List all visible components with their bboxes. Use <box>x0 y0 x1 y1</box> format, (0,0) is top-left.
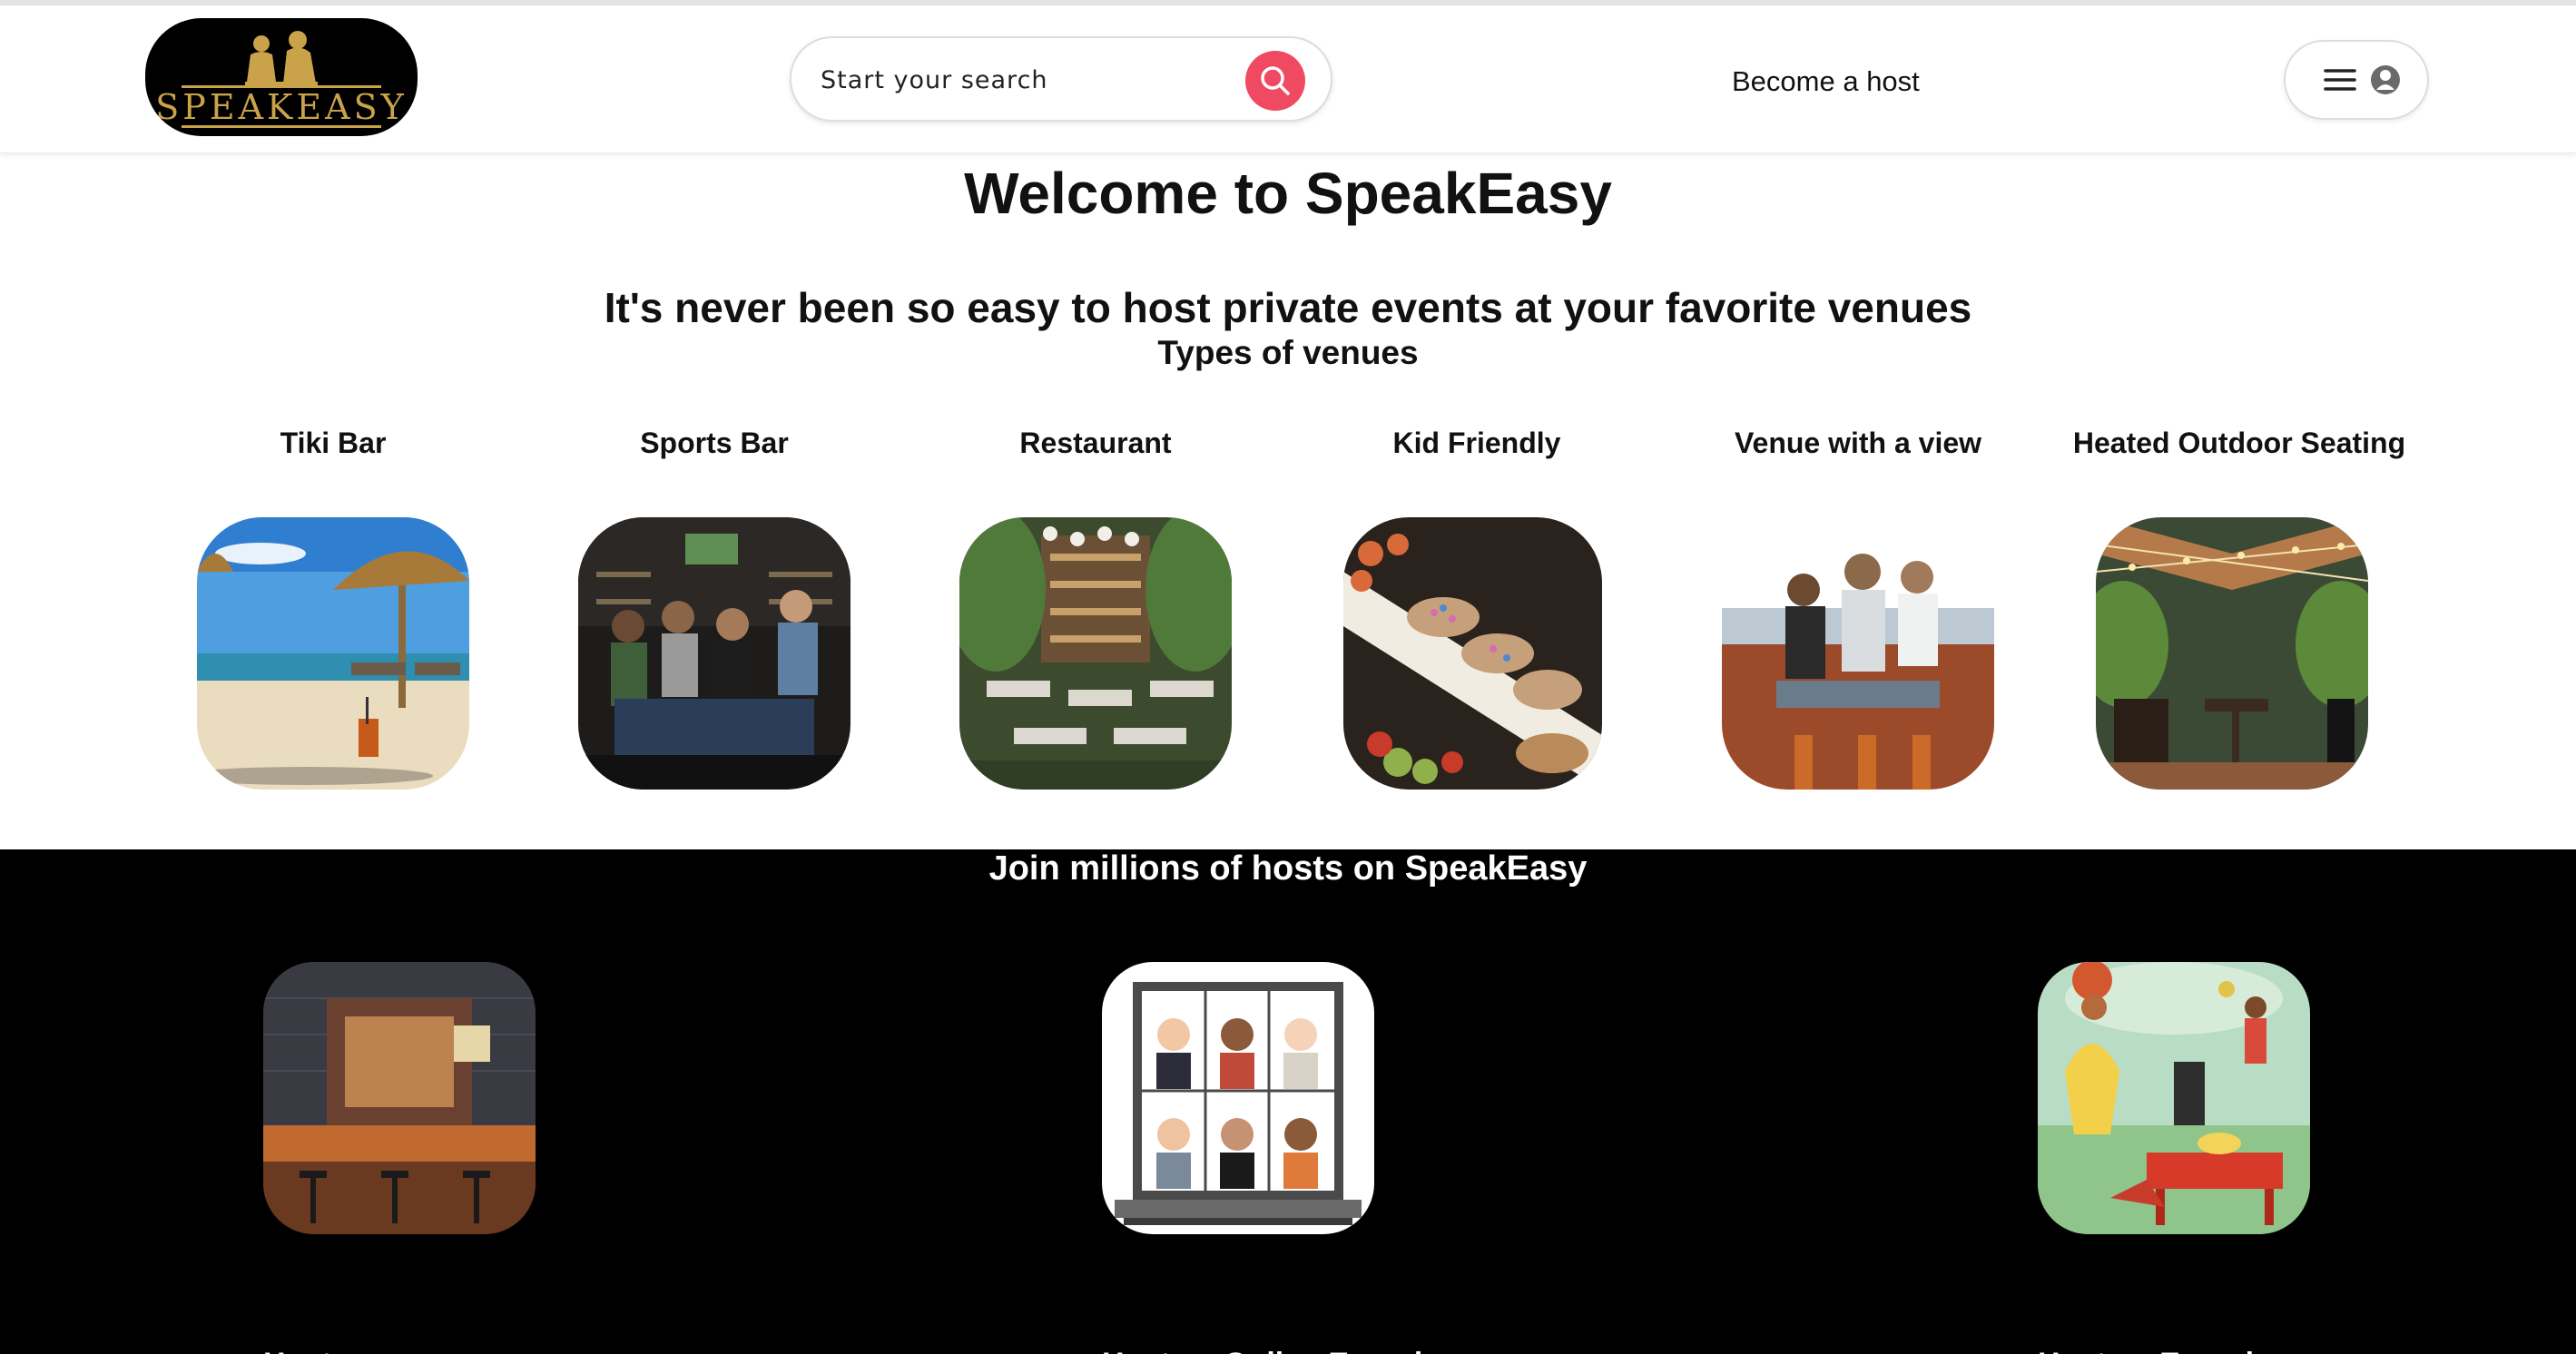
hosting-section: Join millions of hosts on SpeakEasy Host… <box>0 849 2576 1354</box>
user-avatar-icon <box>2371 65 2400 94</box>
page-subtitle: It's never been so easy to host private … <box>604 284 1972 331</box>
hosting-title: Join millions of hosts on SpeakEasy <box>988 849 1588 888</box>
host-experience-image[interactable] <box>2038 962 2310 1234</box>
heated-outdoor-seating-image[interactable] <box>2096 517 2368 790</box>
logo-rule-bottom <box>182 125 381 128</box>
venue-type-label: Venue with a view <box>1734 427 1982 459</box>
restaurant-image[interactable] <box>959 517 1232 790</box>
venue-types-heading: Types of venues <box>1157 334 1419 371</box>
header: SPEAKEASY Become a host <box>0 5 2576 153</box>
user-menu-button[interactable] <box>2284 40 2429 120</box>
page: SPEAKEASY Become a host <box>0 0 2576 1354</box>
logo-text: SPEAKEASY <box>155 87 408 127</box>
tiki-bar-image[interactable] <box>197 517 469 790</box>
search-button[interactable] <box>1245 51 1305 111</box>
sports-bar-image[interactable] <box>578 517 850 790</box>
kid-friendly-image[interactable] <box>1343 517 1602 790</box>
venue-type-label: Kid Friendly <box>1392 427 1561 459</box>
venue-type-label: Heated Outdoor Seating <box>2072 427 2406 459</box>
host-experience-label[interactable]: Host an Experience <box>2038 1347 2325 1354</box>
host-online-experience-image[interactable] <box>1102 962 1374 1234</box>
hamburger-menu-icon <box>2324 65 2400 94</box>
host-venue-image[interactable] <box>263 962 536 1234</box>
venue-type-label: Sports Bar <box>640 427 789 459</box>
host-venue-label[interactable]: Host your venue <box>263 1347 505 1354</box>
host-online-experience-label[interactable]: Host an Online Experience <box>1102 1347 1493 1354</box>
venue-type-label: Tiki Bar <box>280 427 387 459</box>
search-icon <box>1261 66 1290 95</box>
venue-with-view-image[interactable] <box>1722 517 1994 790</box>
venue-type-label: Restaurant <box>1019 427 1172 459</box>
search-input[interactable] <box>819 58 1222 102</box>
page-title: Welcome to SpeakEasy <box>964 161 1612 226</box>
search-bar[interactable] <box>790 36 1332 122</box>
speakeasy-logo[interactable]: SPEAKEASY <box>145 18 418 136</box>
become-host-link[interactable]: Become a host <box>1732 65 1920 98</box>
